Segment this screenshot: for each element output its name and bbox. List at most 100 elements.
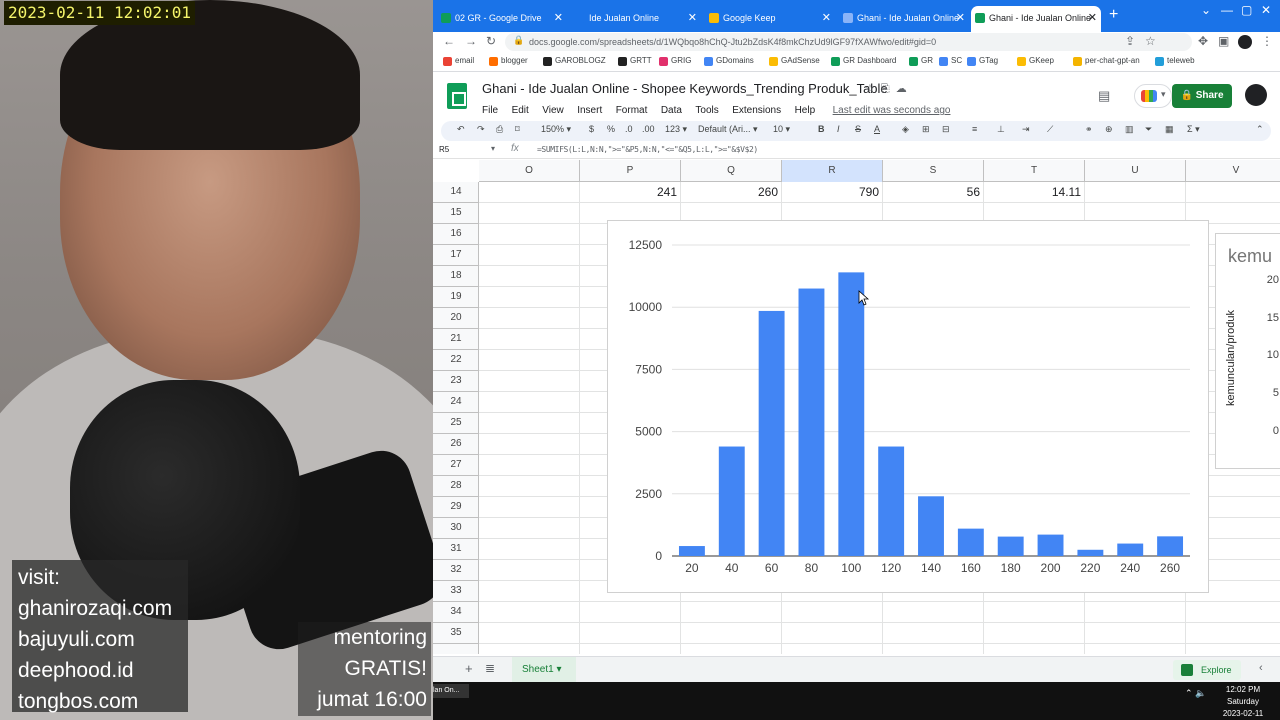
cell-value[interactable]: 56	[883, 185, 980, 199]
row-header[interactable]: 28	[433, 476, 479, 497]
bookmark-item[interactable]: per-chat-gpt-an	[1073, 56, 1140, 66]
menu-extensions[interactable]: Extensions	[732, 105, 781, 116]
maximize-button[interactable]: ▢	[1241, 3, 1252, 17]
row-header[interactable]: 25	[433, 413, 479, 434]
italic-icon[interactable]: I	[837, 124, 840, 134]
collapse-icon[interactable]: ⌃	[1256, 124, 1264, 135]
number-format-select[interactable]: 123 ▾	[665, 124, 687, 135]
share-page-icon[interactable]: ⇪	[1125, 34, 1135, 48]
column-header[interactable]: O	[479, 160, 580, 182]
row-header[interactable]: 16	[433, 224, 479, 245]
move-folder-icon[interactable]: ⎘	[881, 83, 896, 95]
star-icon[interactable]: ☆	[1145, 34, 1156, 48]
browser-tab[interactable]: 02 GR - Google Drive ✕	[437, 6, 567, 32]
borders-icon[interactable]: ⊞	[922, 124, 930, 135]
align-icon[interactable]: ≡	[972, 124, 977, 134]
taskbar-app[interactable]: lan On...	[433, 684, 469, 698]
column-header[interactable]: R	[782, 160, 883, 182]
bookmark-item[interactable]: GRIG	[659, 56, 691, 66]
bold-icon[interactable]: B	[818, 124, 825, 134]
row-header[interactable]: 18	[433, 266, 479, 287]
row-header[interactable]: 30	[433, 518, 479, 539]
merge-icon[interactable]: ⊟	[942, 124, 950, 135]
forward-icon[interactable]: →	[465, 34, 477, 48]
browser-tab[interactable]: Ide Jualan Online ✕	[571, 6, 701, 32]
decrease-decimal-button[interactable]: .0	[625, 124, 633, 134]
back-icon[interactable]: ←	[443, 34, 455, 48]
menu-format[interactable]: Format	[616, 105, 648, 116]
bookmark-item[interactable]: GDomains	[704, 56, 754, 66]
chevron-down-icon[interactable]: ▾	[491, 144, 495, 153]
sidebar-icon[interactable]: ▣	[1218, 34, 1229, 48]
bookmark-item[interactable]: GAdSense	[769, 56, 820, 66]
menu-insert[interactable]: Insert	[577, 105, 602, 116]
row-header[interactable]: 21	[433, 329, 479, 350]
rotate-icon[interactable]: ⟋	[1047, 124, 1053, 135]
column-header[interactable]: U	[1085, 160, 1186, 182]
increase-decimal-button[interactable]: .00	[642, 124, 655, 134]
close-icon[interactable]: ✕	[822, 6, 831, 30]
reload-icon[interactable]: ↻	[486, 34, 496, 48]
browser-tab[interactable]: Google Keep ✕	[705, 6, 835, 32]
share-button[interactable]: 🔒 Share	[1172, 84, 1232, 108]
second-chart[interactable]: kemu kemunculan/produk 20 15 10 5 0	[1215, 233, 1280, 469]
wrap-icon[interactable]: ⇥	[1022, 124, 1030, 135]
browser-tab-active[interactable]: Ghani - Ide Jualan Online ✕	[971, 6, 1101, 32]
add-sheet-button[interactable]: +	[465, 661, 473, 676]
row-header[interactable]: 15	[433, 203, 479, 224]
cell-value[interactable]: 14.11	[984, 185, 1081, 199]
row-header[interactable]: 31	[433, 539, 479, 560]
percent-button[interactable]: %	[607, 124, 615, 134]
cell-value[interactable]: 241	[580, 185, 677, 199]
bookmark-item[interactable]: email	[443, 56, 474, 66]
system-clock[interactable]: 12:02 PM Saturday 2023-02-11	[1213, 684, 1273, 720]
bookmark-item[interactable]: teleweb	[1155, 56, 1195, 66]
sheets-logo[interactable]	[447, 83, 467, 109]
row-header[interactable]: 19	[433, 287, 479, 308]
menu-tools[interactable]: Tools	[695, 105, 718, 116]
menu-help[interactable]: Help	[795, 105, 816, 116]
row-header[interactable]: 14	[433, 182, 479, 203]
fill-color-icon[interactable]: ◈	[902, 124, 909, 135]
column-header[interactable]: V	[1186, 160, 1280, 182]
column-header[interactable]: Q	[681, 160, 782, 182]
filter-views-icon[interactable]: ▦	[1165, 124, 1174, 135]
column-header[interactable]: T	[984, 160, 1085, 182]
all-sheets-icon[interactable]: ≣	[485, 661, 495, 675]
filter-icon[interactable]: ⏷	[1145, 124, 1152, 135]
sheet-tab[interactable]: Sheet1 ▾	[512, 657, 576, 682]
print-icon[interactable]: ⎙	[496, 124, 503, 135]
text-color-icon[interactable]: A	[874, 124, 880, 134]
cell-value[interactable]: 260	[681, 185, 778, 199]
comment-icon[interactable]: ▤	[1098, 88, 1110, 104]
bookmark-item[interactable]: GAROBLOGZ	[543, 56, 606, 66]
row-header[interactable]: 26	[433, 434, 479, 455]
new-tab-button[interactable]: +	[1109, 6, 1118, 24]
profile-avatar[interactable]	[1238, 35, 1252, 49]
currency-button[interactable]: $	[589, 124, 594, 134]
address-bar[interactable]: 🔒 docs.google.com/spreadsheets/d/1WQbqo8…	[505, 33, 1192, 51]
column-header[interactable]: S	[883, 160, 984, 182]
avatar[interactable]	[1245, 84, 1267, 106]
row-header[interactable]: 20	[433, 308, 479, 329]
menu-file[interactable]: File	[482, 105, 498, 116]
bar-chart[interactable]: 0 2500 5000 7500 10000 12500 20 40 60 80 100 120 140…	[607, 220, 1209, 593]
more-icon[interactable]: ⋮	[1261, 34, 1273, 48]
row-header[interactable]: 22	[433, 350, 479, 371]
row-header[interactable]: 24	[433, 392, 479, 413]
browser-tab[interactable]: Ghani - Ide Jualan Online ✕	[839, 6, 969, 32]
paint-format-icon[interactable]: ⌑	[515, 124, 520, 135]
strikethrough-icon[interactable]: S	[855, 124, 861, 134]
meet-button[interactable]: ▾	[1134, 84, 1172, 108]
chevron-left-icon[interactable]: ‹	[1259, 662, 1263, 674]
close-icon[interactable]: ✕	[554, 6, 563, 30]
cell-value[interactable]: 790	[782, 185, 879, 199]
close-icon[interactable]: ✕	[688, 6, 697, 30]
bookmark-item[interactable]: GTag	[967, 56, 998, 66]
window-close-button[interactable]: ✕	[1261, 3, 1271, 17]
document-title[interactable]: Ghani - Ide Jualan Online - Shopee Keywo…	[482, 81, 888, 96]
font-size-select[interactable]: 10 ▾	[773, 124, 790, 135]
bookmark-item[interactable]: GRTT	[618, 56, 652, 66]
menu-data[interactable]: Data	[661, 105, 682, 116]
row-header[interactable]: 34	[433, 602, 479, 623]
